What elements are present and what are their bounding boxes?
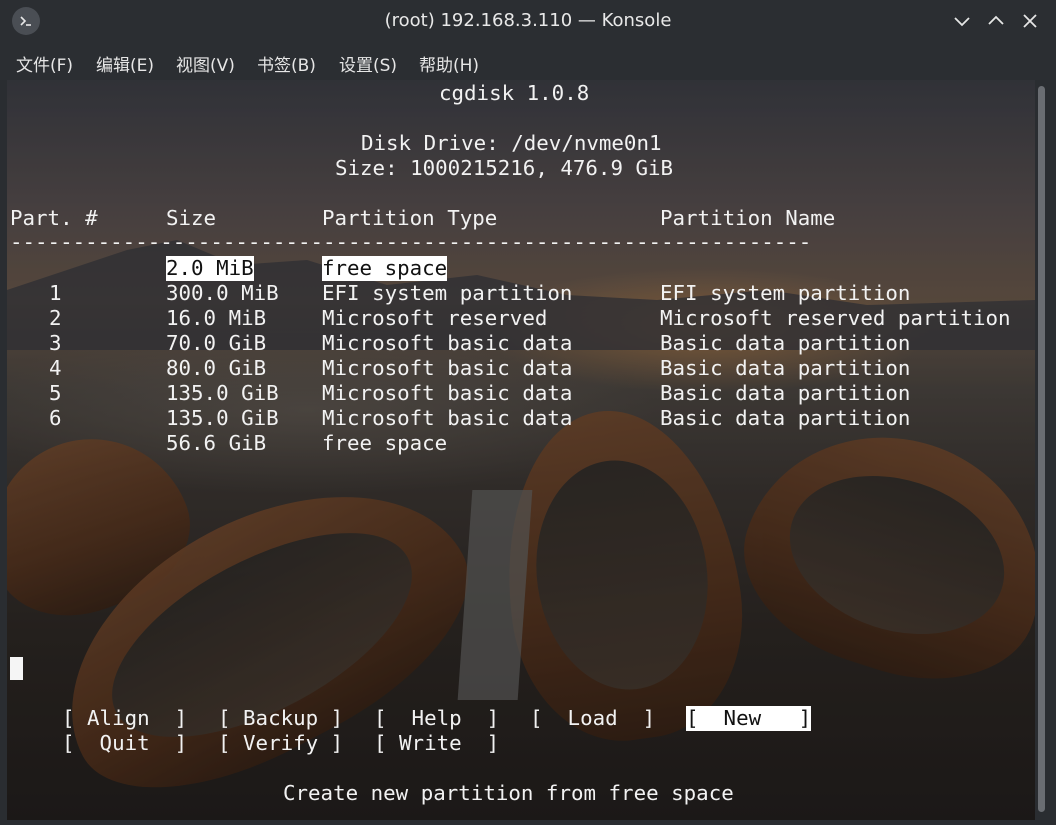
- menu-bar: 文件(F) 编辑(E) 视图(V) 书签(B) 设置(S) 帮助(H): [0, 42, 1056, 80]
- verify-button[interactable]: [ Verify ]: [218, 731, 343, 756]
- header-size: Size: [166, 206, 217, 230]
- row-name: Basic data partition: [660, 331, 911, 355]
- quit-button[interactable]: [ Quit ]: [62, 731, 187, 756]
- row-number: 5: [49, 381, 62, 405]
- row-type: Microsoft basic data: [322, 356, 573, 380]
- window-title: (root) 192.168.3.110 — Konsole: [384, 10, 672, 31]
- row-number: 2: [49, 306, 62, 330]
- status-message: Create new partition from free space: [283, 781, 734, 805]
- menu-edit[interactable]: 编辑(E): [96, 51, 154, 76]
- row-name: Basic data partition: [660, 356, 911, 380]
- menu-help[interactable]: 帮助(H): [419, 51, 479, 76]
- terminal-scrollbar[interactable]: [1035, 80, 1049, 820]
- close-button[interactable]: [1020, 11, 1040, 31]
- cgdisk-title: cgdisk 1.0.8: [439, 81, 590, 105]
- row-size: 135.0 GiB: [166, 406, 279, 430]
- menu-settings[interactable]: 设置(S): [339, 51, 397, 76]
- terminal-cursor: [10, 657, 23, 680]
- row-size: 56.6 GiB: [166, 431, 267, 455]
- row-number: 3: [49, 331, 62, 355]
- row-type: free space: [322, 431, 448, 455]
- row-size: 16.0 MiB: [166, 306, 267, 330]
- title-bar: (root) 192.168.3.110 — Konsole: [0, 0, 1056, 42]
- backup-button[interactable]: [ Backup ]: [218, 706, 343, 731]
- new-button[interactable]: [ New ]: [686, 706, 812, 731]
- disk-drive-label: Disk Drive: /dev/nvme0n1: [361, 131, 662, 155]
- help-button[interactable]: [ Help ]: [374, 706, 499, 731]
- scrollbar-thumb[interactable]: [1038, 86, 1045, 812]
- menu-file[interactable]: 文件(F): [16, 51, 73, 76]
- row-name: Basic data partition: [660, 406, 911, 430]
- row-number: 6: [49, 406, 62, 430]
- row-type: Microsoft basic data: [322, 381, 573, 405]
- row-type: EFI system partition: [322, 281, 573, 305]
- load-button[interactable]: [ Load ]: [530, 706, 655, 731]
- header-partition-type: Partition Type: [322, 206, 498, 230]
- terminal-area[interactable]: cgdisk 1.0.8 Disk Drive: /dev/nvme0n1 Si…: [7, 80, 1035, 820]
- header-part-number: Part. #: [10, 206, 98, 230]
- maximize-button[interactable]: [986, 11, 1006, 31]
- menu-view[interactable]: 视图(V): [176, 51, 235, 76]
- header-separator: ----------------------------------------…: [10, 230, 812, 254]
- row-type: Microsoft basic data: [322, 331, 573, 355]
- row-name: Microsoft reserved partition: [660, 306, 1011, 330]
- disk-size-label: Size: 1000215216, 476.9 GiB: [335, 156, 674, 180]
- row-size: 2.0 MiB: [166, 256, 254, 281]
- menu-bookmarks[interactable]: 书签(B): [257, 51, 316, 76]
- konsole-window: (root) 192.168.3.110 — Konsole 文件(F) 编辑(…: [0, 0, 1056, 825]
- row-type: Microsoft reserved: [322, 306, 548, 330]
- row-size: 80.0 GiB: [166, 356, 267, 380]
- row-size: 300.0 MiB: [166, 281, 279, 305]
- minimize-button[interactable]: [952, 11, 972, 31]
- row-size: 135.0 GiB: [166, 381, 279, 405]
- row-name: Basic data partition: [660, 381, 911, 405]
- row-number: 4: [49, 356, 62, 380]
- row-type: Microsoft basic data: [322, 406, 573, 430]
- align-button[interactable]: [ Align ]: [62, 706, 187, 731]
- write-button[interactable]: [ Write ]: [374, 731, 499, 756]
- row-number: 1: [49, 281, 62, 305]
- row-size: 70.0 GiB: [166, 331, 267, 355]
- row-name: EFI system partition: [660, 281, 911, 305]
- header-partition-name: Partition Name: [660, 206, 836, 230]
- row-type: free space: [322, 256, 448, 281]
